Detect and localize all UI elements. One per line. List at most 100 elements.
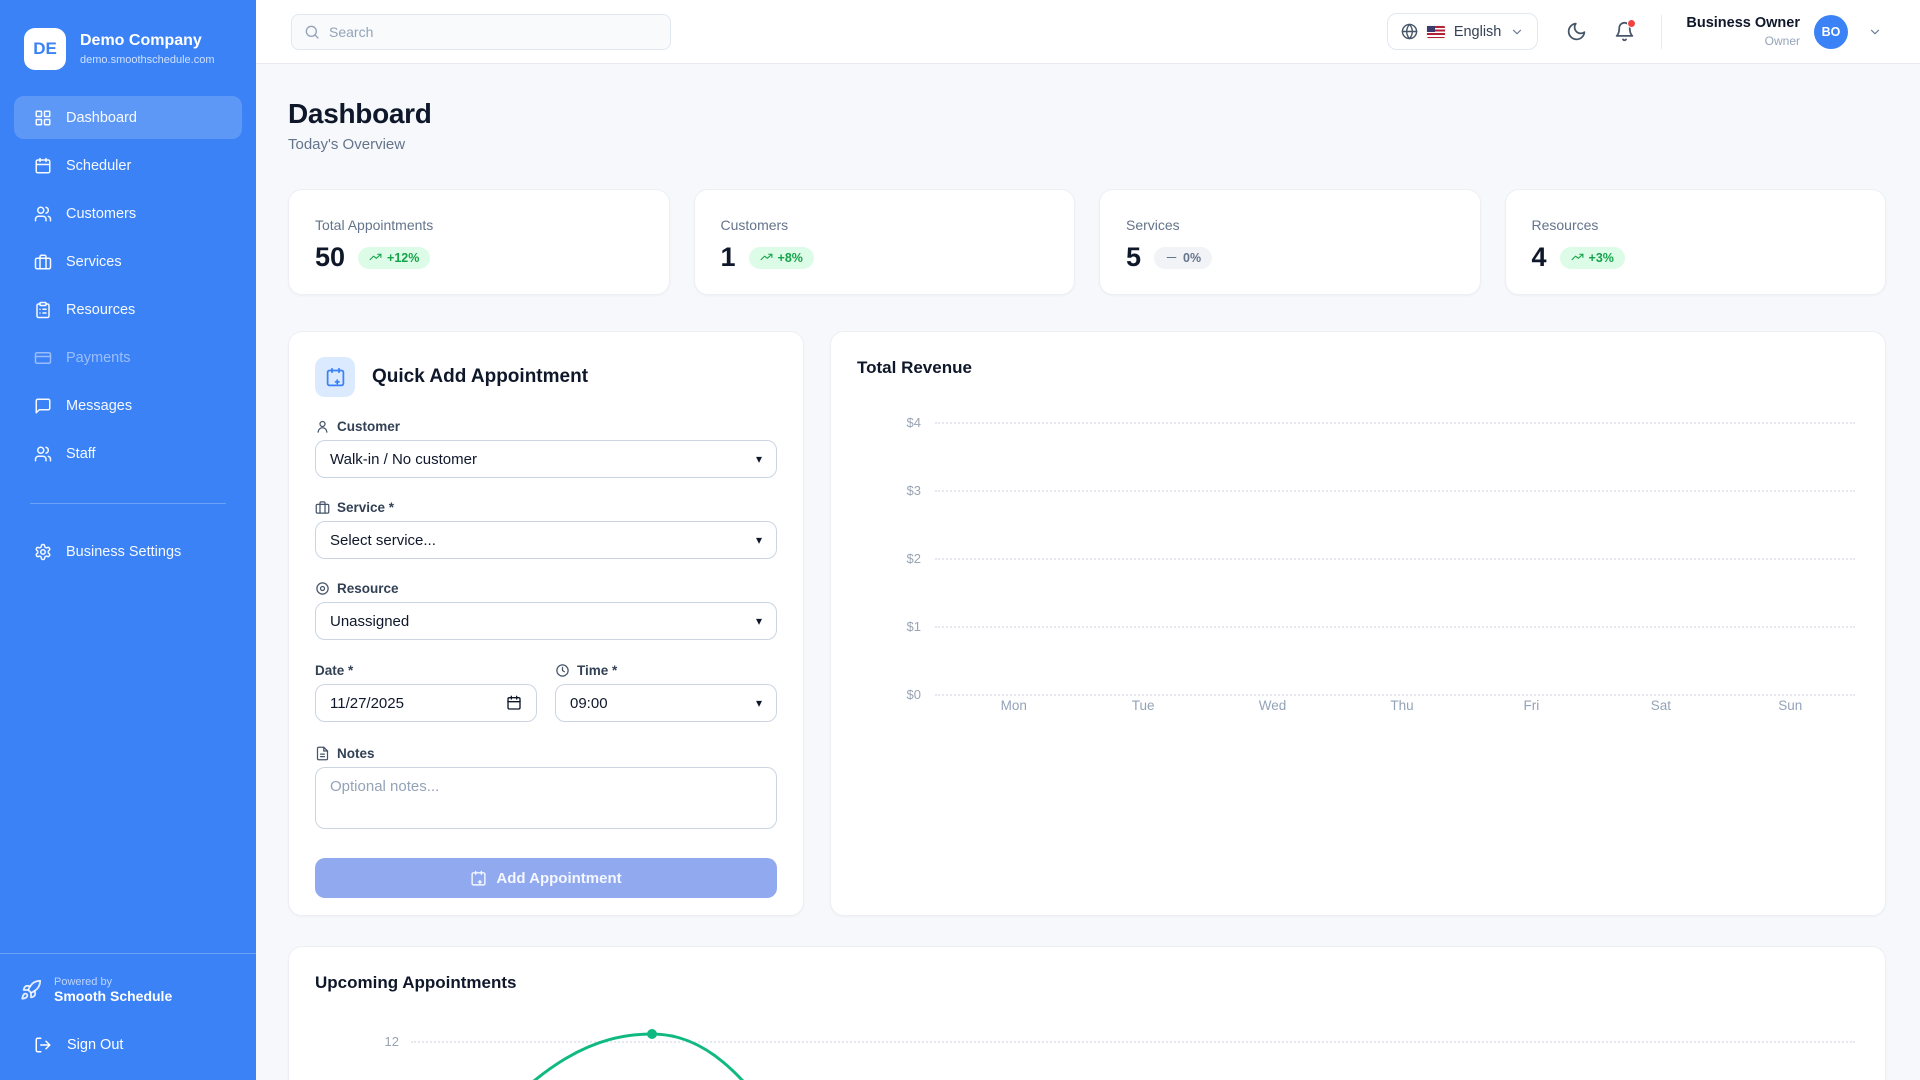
stat-label: Total Appointments xyxy=(315,217,643,233)
service-select[interactable]: Select service... ▾ xyxy=(315,521,777,559)
trend-up-icon xyxy=(1571,251,1584,264)
resource-select[interactable]: Unassigned ▾ xyxy=(315,602,777,640)
chevron-down-icon: ▾ xyxy=(756,533,762,547)
quick-add-appointment-card: Quick Add Appointment Customer Walk-in /… xyxy=(288,331,804,916)
company-logo: DE xyxy=(24,28,66,70)
stat-label: Services xyxy=(1126,217,1454,233)
stat-label: Customers xyxy=(721,217,1049,233)
topbar-separator xyxy=(1661,15,1662,49)
y-tick: $4 xyxy=(857,415,935,430)
calendar-plus-icon xyxy=(470,870,487,887)
stat-card-customers: Customers 1 +8% xyxy=(694,189,1076,295)
user-menu[interactable]: Business Owner Owner BO xyxy=(1686,15,1882,49)
stat-delta-badge: 0% xyxy=(1154,247,1212,269)
avatar: BO xyxy=(1814,15,1848,49)
sidebar-item-label: Messages xyxy=(66,398,132,414)
sidebar-item-label: Scheduler xyxy=(66,158,131,174)
user-name: Business Owner xyxy=(1686,15,1800,32)
revenue-chart: $4 $3 $2 $1 $0 Mon Tue Wed Thu Fri Sat S… xyxy=(857,398,1859,728)
sidebar-item-messages[interactable]: Messages xyxy=(14,384,242,427)
calendar-icon xyxy=(506,695,522,711)
minus-icon xyxy=(1165,251,1178,264)
sidebar-item-dashboard[interactable]: Dashboard xyxy=(14,96,242,139)
page-subtitle: Today's Overview xyxy=(288,136,1886,153)
logout-icon xyxy=(34,1036,52,1054)
sidebar-item-label: Staff xyxy=(66,446,96,462)
notes-textarea[interactable] xyxy=(315,767,777,829)
sidebar-item-label: Business Settings xyxy=(66,544,181,560)
add-appointment-button[interactable]: Add Appointment xyxy=(315,858,777,898)
x-tick: Sun xyxy=(1726,698,1855,713)
date-input[interactable]: 11/27/2025 xyxy=(315,684,537,722)
x-tick: Sat xyxy=(1596,698,1725,713)
appointments-line-series xyxy=(411,1015,1906,1080)
credit-card-icon xyxy=(34,349,52,367)
chevron-down-icon xyxy=(1868,25,1882,39)
stat-value: 1 xyxy=(721,242,736,273)
sidebar: DE Demo Company demo.smoothschedule.com … xyxy=(0,0,256,1080)
stat-value: 5 xyxy=(1126,242,1141,273)
moon-icon xyxy=(1566,21,1587,42)
trend-up-icon xyxy=(760,251,773,264)
quick-add-title: Quick Add Appointment xyxy=(372,366,588,388)
customer-label: Customer xyxy=(315,419,777,434)
stat-label: Resources xyxy=(1532,217,1860,233)
sidebar-item-services[interactable]: Services xyxy=(14,240,242,283)
clock-icon xyxy=(555,663,570,678)
sidebar-item-staff[interactable]: Staff xyxy=(14,432,242,475)
company-name: Demo Company xyxy=(80,32,215,50)
sidebar-footer-divider xyxy=(0,953,256,954)
revenue-chart-title: Total Revenue xyxy=(857,358,1859,378)
powered-by-label: Powered by xyxy=(54,976,172,988)
gear-icon xyxy=(34,543,52,561)
sidebar-footer: Powered by Smooth Schedule Sign Out xyxy=(0,953,256,1080)
chevron-down-icon xyxy=(1510,25,1524,39)
notifications-button[interactable] xyxy=(1614,21,1635,42)
stat-delta-badge: +3% xyxy=(1560,247,1625,269)
calendar-icon xyxy=(34,157,52,175)
us-flag-icon xyxy=(1427,26,1445,38)
powered-by-name: Smooth Schedule xyxy=(54,988,172,1004)
topbar-actions: English Business Owner Owner BO xyxy=(1387,13,1882,50)
users-icon xyxy=(34,445,52,463)
language-selector[interactable]: English xyxy=(1387,13,1539,50)
y-tick: 12 xyxy=(315,1034,411,1049)
search-icon xyxy=(304,24,320,40)
time-select[interactable]: 09:00 ▾ xyxy=(555,684,777,722)
stat-delta-badge: +8% xyxy=(749,247,814,269)
stat-card-resources: Resources 4 +3% xyxy=(1505,189,1887,295)
message-icon xyxy=(34,397,52,415)
resource-label: Resource xyxy=(315,581,777,596)
topbar: English Business Owner Owner BO xyxy=(256,0,1920,64)
revenue-x-axis: Mon Tue Wed Thu Fri Sat Sun xyxy=(949,698,1855,713)
date-label: Date * xyxy=(315,663,537,678)
sidebar-item-scheduler[interactable]: Scheduler xyxy=(14,144,242,187)
trend-up-icon xyxy=(369,251,382,264)
search-input[interactable] xyxy=(329,24,658,40)
chevron-down-icon: ▾ xyxy=(756,452,762,466)
powered-by: Powered by Smooth Schedule xyxy=(0,976,256,1004)
x-tick: Thu xyxy=(1337,698,1466,713)
total-revenue-card: Total Revenue $4 $3 $2 $1 $0 Mon Tue Wed… xyxy=(830,331,1886,916)
dark-mode-toggle[interactable] xyxy=(1566,21,1587,42)
chevron-down-icon: ▾ xyxy=(756,696,762,710)
briefcase-icon xyxy=(34,253,52,271)
chevron-down-icon: ▾ xyxy=(756,614,762,628)
briefcase-icon xyxy=(315,500,330,515)
sign-out-button[interactable]: Sign Out xyxy=(14,1024,242,1066)
upcoming-appointments-card: Upcoming Appointments 12 9 xyxy=(288,946,1886,1080)
sidebar-item-payments[interactable]: Payments xyxy=(14,336,242,379)
y-tick: $1 xyxy=(857,619,935,634)
data-point-marker xyxy=(647,1029,657,1039)
sidebar-item-resources[interactable]: Resources xyxy=(14,288,242,331)
stat-value: 50 xyxy=(315,242,345,273)
sidebar-item-business-settings[interactable]: Business Settings xyxy=(14,530,242,573)
x-tick: Mon xyxy=(949,698,1078,713)
stat-delta-badge: +12% xyxy=(358,247,430,269)
sidebar-item-customers[interactable]: Customers xyxy=(14,192,242,235)
y-tick: $3 xyxy=(857,483,935,498)
page-title: Dashboard xyxy=(288,98,1886,130)
customer-select[interactable]: Walk-in / No customer ▾ xyxy=(315,440,777,478)
stats-row: Total Appointments 50 +12% Customers 1 +… xyxy=(288,189,1886,295)
x-tick: Fri xyxy=(1467,698,1596,713)
